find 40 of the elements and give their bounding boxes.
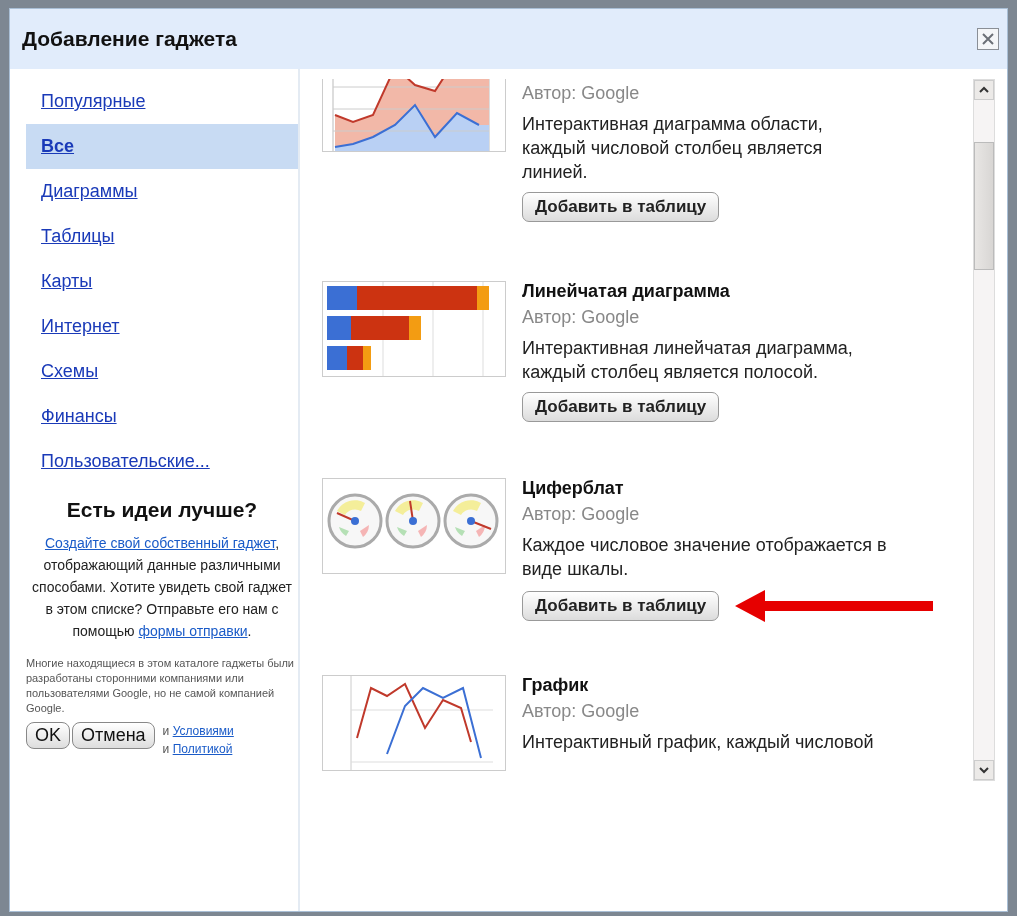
dialog-button[interactable]: OK: [26, 722, 70, 749]
terms-link[interactable]: Условиями: [172, 724, 234, 738]
add-to-sheet-button[interactable]: Добавить в таблицу: [522, 192, 720, 222]
category-link[interactable]: Финансы: [26, 394, 298, 439]
category-link[interactable]: Пользовательские...: [26, 439, 298, 484]
ideas-text: Создайте свой собственный гаджет, отображающий данные различными способами. Хотите увидеть свой гаджет в этом списке? Отправьте его нам с помощью формы отправки.: [32, 534, 292, 641]
gadget-title: Линейчатая диаграмма: [522, 281, 731, 303]
category-link[interactable]: Карты: [26, 259, 298, 304]
category-link[interactable]: Все: [26, 124, 298, 169]
dialog-button[interactable]: Отмена: [72, 722, 155, 749]
gadget-author: Автор: Google: [522, 701, 641, 722]
ideas-heading: Есть идеи лучше?: [65, 498, 259, 522]
category-link[interactable]: Таблицы: [26, 214, 298, 259]
scroll-up-icon[interactable]: [974, 80, 994, 100]
scrollbar[interactable]: [973, 79, 995, 781]
gadget-title: График: [522, 675, 590, 697]
category-link[interactable]: Интернет: [26, 304, 298, 349]
add-to-sheet-button[interactable]: Добавить в таблицу: [522, 392, 720, 422]
gadget-title: Циферблат: [522, 478, 625, 500]
scroll-down-icon[interactable]: [974, 760, 994, 780]
add-to-sheet-button[interactable]: Добавить в таблицу: [522, 591, 720, 621]
gadget-author: Автор: Google: [522, 83, 641, 104]
terms-link[interactable]: Политикой: [172, 742, 233, 756]
gadget-description: Интерактивный график, каждый числовой: [522, 731, 875, 754]
gadget-description: Интерактивная линейчатая диаграмма, каждый столбец является полосой.: [522, 337, 854, 384]
disclaimer-text: Многие находящиеся в этом каталоге гаджеты были разработаны сторонними компаниями или пользователями Google, но не самой компанией Google.: [26, 656, 295, 716]
scroll-thumb[interactable]: [974, 142, 994, 270]
terms-text: и Условиями: [162, 723, 234, 740]
close-icon[interactable]: [977, 28, 999, 50]
gadget-description: Интерактивная диаграмма области, каждый числовой столбец является линией.: [522, 113, 824, 184]
terms-text: и Политикой: [162, 741, 234, 758]
category-link[interactable]: Диаграммы: [26, 169, 298, 214]
gadget-author: Автор: Google: [522, 307, 641, 328]
category-link[interactable]: Схемы: [26, 349, 298, 394]
category-link[interactable]: Популярные: [26, 79, 298, 124]
gadget-description: Каждое числовое значение отображается в виде шкалы.: [522, 534, 887, 581]
ideas-link[interactable]: формы отправки: [138, 623, 248, 639]
dialog-title: Добавление гаджета: [22, 27, 237, 51]
ideas-link[interactable]: Создайте свой собственный гаджет: [44, 535, 276, 551]
gadget-author: Автор: Google: [522, 504, 641, 525]
